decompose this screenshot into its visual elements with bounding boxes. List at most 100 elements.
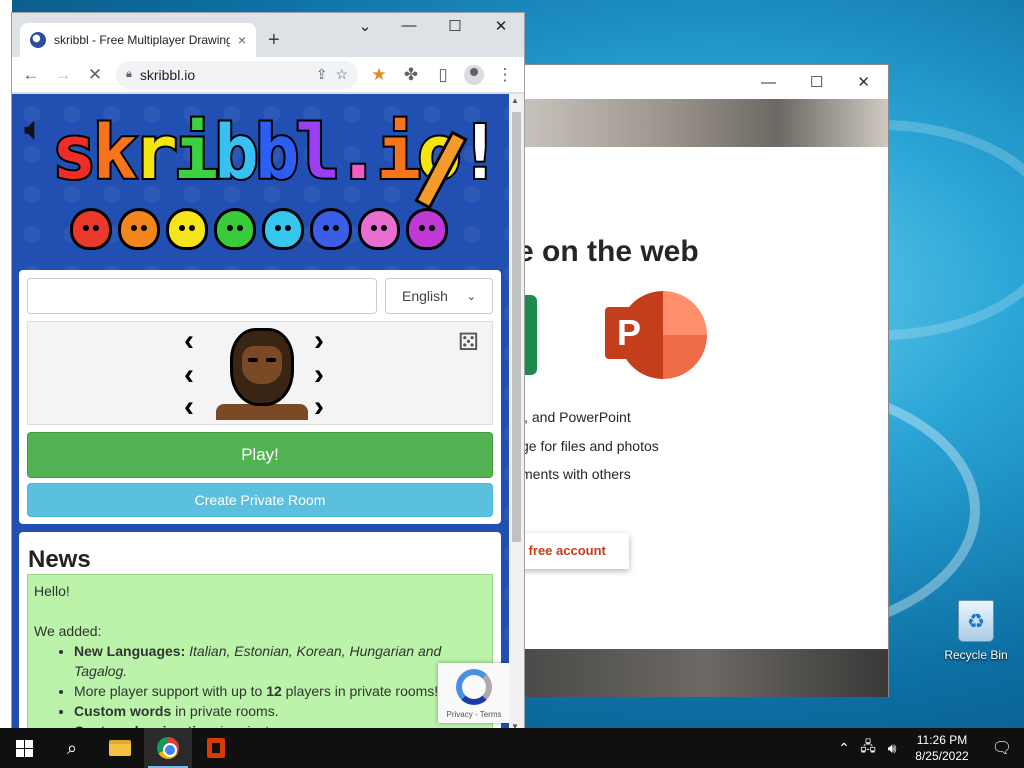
avatar-preview — [216, 326, 308, 420]
logo-letter: s — [50, 108, 98, 198]
tab-close-icon[interactable]: × — [238, 32, 246, 48]
extensions-puzzle-icon[interactable]: ✤ — [400, 65, 422, 85]
office-headline: e on the web — [517, 235, 699, 268]
url-text[interactable]: skribbl.io — [140, 67, 308, 83]
login-panel: English ⌄ ‹ ‹ ‹ › › › ⚄ Play! Create Pri… — [19, 270, 501, 524]
recycle-bin-icon — [958, 600, 994, 642]
privacy-link[interactable]: Privacy — [447, 710, 473, 719]
news-heading: News — [28, 546, 91, 573]
chrome-icon — [157, 737, 179, 759]
forward-arrow-icon[interactable]: → — [52, 65, 74, 85]
chrome-menu-icon[interactable]: ⋮ — [494, 65, 516, 85]
sign-up-button[interactable]: n free account — [517, 533, 629, 569]
office-feature-text: l, and PowerPoint — [521, 409, 631, 425]
footer-photo — [521, 649, 888, 697]
notification-icon[interactable]: 🗨︎ — [980, 738, 1024, 758]
logo-avatar-face — [358, 208, 400, 250]
office-taskbar-button[interactable] — [192, 728, 240, 768]
logo-avatar-face — [70, 208, 112, 250]
minimize-icon[interactable]: — — [761, 74, 776, 91]
prev-eyes-arrow-icon[interactable]: ‹ — [184, 326, 194, 356]
terms-link[interactable]: Terms — [480, 710, 502, 719]
logo-avatar-face — [166, 208, 208, 250]
logo-avatar-face — [214, 208, 256, 250]
recycle-bin-shortcut[interactable]: Recycle Bin — [940, 600, 1012, 662]
list-item: More player support with up to 12 player… — [74, 681, 486, 701]
skribbl-favicon-icon — [30, 32, 46, 48]
chevron-up-icon[interactable]: ⌃ — [832, 740, 856, 757]
recaptcha-links: Privacy - Terms — [446, 710, 502, 719]
chevron-down-icon: ⌄ — [466, 290, 476, 303]
news-list: New Languages: Italian, Estonian, Korean… — [34, 641, 486, 733]
next-eyes-arrow-icon[interactable]: › — [314, 326, 324, 356]
chrome-window[interactable]: skribbl - Free Multiplayer Drawing × + ⌄… — [11, 12, 525, 734]
logo-letter: i — [375, 108, 423, 198]
office-icon — [207, 738, 225, 758]
windows-logo-icon — [15, 739, 33, 757]
prev-mouth-arrow-icon[interactable]: ‹ — [184, 360, 194, 390]
logo-letter: k — [91, 108, 139, 198]
tab-strip: skribbl - Free Multiplayer Drawing × + ⌄… — [12, 13, 524, 57]
hero-photo — [521, 99, 888, 147]
clock[interactable]: 11:26 PM 8/25/2022 — [904, 732, 980, 764]
stop-loading-icon[interactable]: ✕ — [84, 65, 106, 85]
scrollbar-thumb[interactable] — [512, 112, 521, 542]
address-bar[interactable]: 🔒︎ skribbl.io ⇪ ☆ — [116, 60, 358, 89]
next-color-arrow-icon[interactable]: › — [314, 392, 324, 422]
language-select[interactable]: English ⌄ — [385, 278, 493, 314]
office-web-window[interactable]: — ☐ ✕ e on the web P l, and PowerPoint g… — [517, 64, 889, 697]
maximize-icon[interactable]: ☐ — [810, 73, 823, 91]
news-intro: We added: — [34, 623, 102, 639]
profile-avatar-icon[interactable] — [464, 64, 484, 85]
network-icon[interactable]: 🖧︎ — [856, 736, 880, 760]
maximize-button[interactable]: ☐ — [432, 17, 478, 35]
office-window-titlebar: — ☐ ✕ — [521, 65, 888, 99]
create-private-room-button[interactable]: Create Private Room — [27, 483, 493, 517]
office-feature-text: ge for files and photos — [521, 438, 659, 454]
tab-skribbl[interactable]: skribbl - Free Multiplayer Drawing × — [20, 23, 256, 57]
chrome-taskbar-button[interactable] — [144, 728, 192, 768]
browser-toolbar: ← → ✕ 🔒︎ skribbl.io ⇪ ☆ ★ ✤ ▯ ⋮ — [12, 57, 524, 93]
close-icon[interactable]: ✕ — [857, 73, 870, 91]
recaptcha-badge[interactable]: Privacy - Terms — [438, 663, 510, 723]
search-icon: ⌕ — [66, 737, 78, 758]
logo-letter: . — [334, 108, 382, 198]
list-item: New Languages: Italian, Estonian, Korean… — [74, 641, 486, 681]
skribbl-logo: 🔈︎ skribbl.io! — [22, 100, 504, 260]
next-mouth-arrow-icon[interactable]: › — [314, 360, 324, 390]
list-item: Custom words in private rooms. — [74, 701, 486, 721]
recaptcha-icon — [456, 669, 492, 705]
bookmark-star-icon[interactable]: ☆ — [335, 66, 348, 83]
player-name-input[interactable] — [27, 278, 377, 314]
system-tray: ⌃ 🖧︎ 🔊︎ 11:26 PM 8/25/2022 🗨︎ — [832, 728, 1024, 768]
folder-icon — [109, 740, 131, 756]
powerpoint-icon: P — [605, 291, 707, 379]
minimize-button[interactable]: — — [386, 17, 432, 34]
logo-letter: ! — [456, 108, 504, 198]
search-button[interactable]: ⌕ — [48, 728, 96, 768]
start-button[interactable] — [0, 728, 48, 768]
play-button[interactable]: Play! — [27, 432, 493, 478]
office-feature-text: ments with others — [521, 466, 631, 482]
logo-letter: l — [293, 108, 341, 198]
side-panel-icon[interactable]: ▯ — [432, 65, 454, 85]
share-icon[interactable]: ⇪ — [316, 66, 328, 83]
logo-avatar-face — [406, 208, 448, 250]
news-greeting: Hello! — [34, 583, 70, 599]
page-scrollbar[interactable]: ▲ ▼ — [509, 94, 524, 733]
randomize-dice-icon[interactable]: ⚄ — [458, 328, 479, 357]
scroll-up-icon[interactable]: ▲ — [511, 96, 519, 105]
prev-color-arrow-icon[interactable]: ‹ — [184, 392, 194, 422]
new-tab-button[interactable]: + — [268, 29, 280, 52]
volume-icon[interactable]: 🔊︎ — [880, 740, 904, 757]
skribbl-page: 🔈︎ skribbl.io! English ⌄ ‹ ‹ ‹ › › › ⚄ P… — [12, 94, 524, 733]
speaker-icon[interactable]: 🔈︎ — [24, 110, 44, 149]
file-explorer-button[interactable] — [96, 728, 144, 768]
lock-icon[interactable]: 🔒︎ — [126, 68, 132, 81]
logo-letter: r — [131, 108, 179, 198]
extension-star-icon[interactable]: ★ — [368, 65, 390, 85]
clock-date: 8/25/2022 — [915, 749, 969, 763]
back-arrow-icon[interactable]: ← — [20, 65, 42, 85]
tab-search-icon[interactable]: ⌄ — [342, 17, 388, 35]
close-window-button[interactable]: ✕ — [478, 17, 524, 35]
